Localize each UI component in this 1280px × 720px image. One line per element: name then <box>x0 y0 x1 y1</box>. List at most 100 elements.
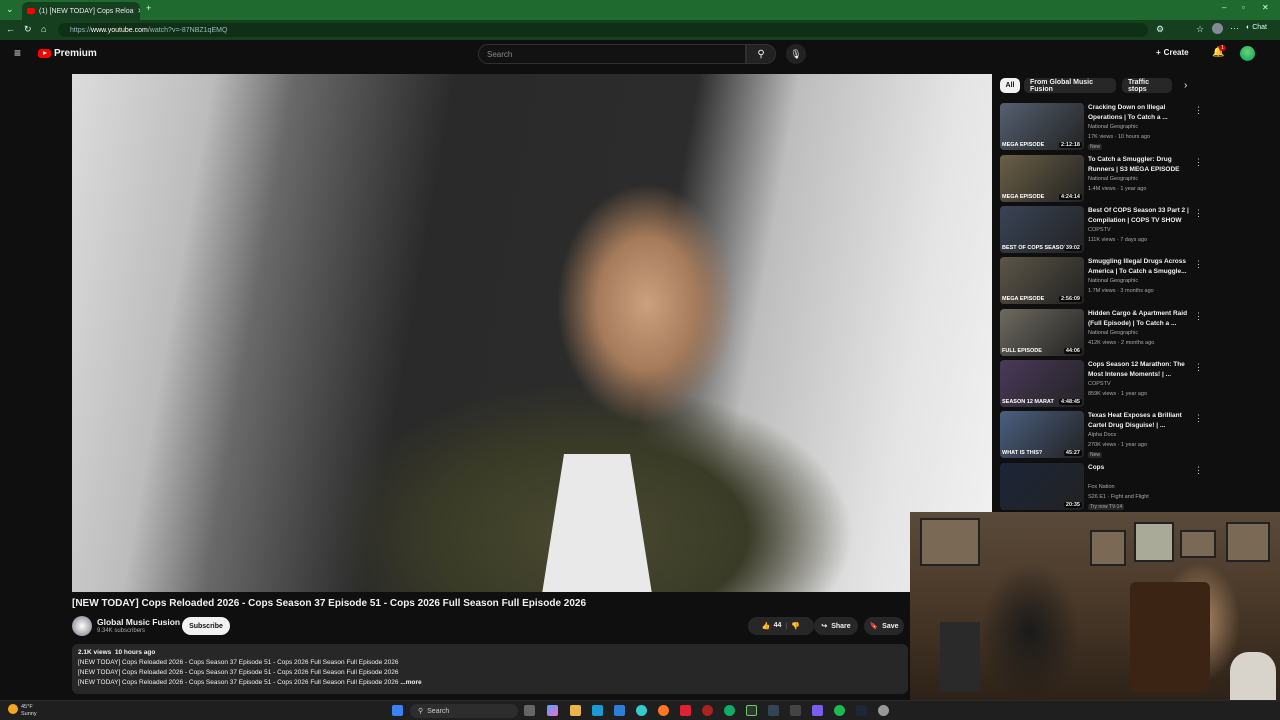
like-button[interactable]: 👍 44 <box>762 622 782 630</box>
copilot-chat-button[interactable]: ◐ Chat <box>1246 24 1267 31</box>
chip-all[interactable]: All <box>1000 78 1020 93</box>
recommendation-card[interactable]: WHAT IS THIS? 45:27 Texas Heat Exposes a… <box>1000 411 1205 459</box>
store-icon[interactable] <box>592 705 603 716</box>
mail-icon[interactable] <box>614 705 625 716</box>
chat-label: Chat <box>1252 24 1267 31</box>
chevron-right-icon[interactable]: › <box>1184 80 1187 91</box>
create-button[interactable]: + Create <box>1156 48 1189 57</box>
more-options-icon[interactable]: ⋮ <box>1194 362 1203 373</box>
subscribe-button[interactable]: Subscribe <box>182 617 230 635</box>
share-button[interactable]: ↪ Share <box>814 617 858 635</box>
channel-avatar[interactable] <box>72 616 92 636</box>
recommendation-card[interactable]: 20:35 Cops Fox Nation S26 E1 · Fight and… <box>1000 463 1205 511</box>
recommendation-title[interactable]: Hidden Cargo & Apartment Raid (Full Epis… <box>1088 309 1194 329</box>
show-more-link[interactable]: ...more <box>400 679 421 686</box>
more-options-icon[interactable]: ⋮ <box>1194 465 1203 476</box>
dislike-button[interactable]: 👎 <box>791 622 800 630</box>
app-icon[interactable] <box>702 705 713 716</box>
refresh-icon[interactable]: ↻ <box>24 24 32 35</box>
youtube-logo[interactable]: Premium <box>38 48 97 59</box>
new-tab-icon[interactable]: + <box>146 3 151 13</box>
recommendation-title[interactable]: Best Of COPS Season 33 Part 2 | Compilat… <box>1088 206 1194 226</box>
recommendation-card[interactable]: MEGA EPISODE 4:24:14 To Catch a Smuggler… <box>1000 155 1205 203</box>
taskbar-search[interactable]: ⚲ Search <box>410 704 518 718</box>
video-player[interactable] <box>72 74 992 592</box>
url-field[interactable]: https://www.youtube.com/watch?v=-87NBZ1q… <box>58 23 1148 37</box>
weather-widget[interactable]: 45°F Sunny <box>8 704 37 718</box>
recommendation-title[interactable]: To Catch a Smuggler: Drug Runners | S3 M… <box>1088 155 1194 175</box>
video-thumbnail[interactable]: SEASON 12 MARAT 4:48:45 <box>1000 360 1084 407</box>
recommendation-channel[interactable]: National Geographic <box>1088 330 1138 336</box>
recommendation-card[interactable]: MEGA EPISODE 2:56:09 Smuggling Illegal D… <box>1000 257 1205 305</box>
video-thumbnail[interactable]: MEGA EPISODE 2:56:09 <box>1000 257 1084 304</box>
recommendation-channel[interactable]: COPSTV <box>1088 381 1111 387</box>
chip-from-channel[interactable]: From Global Music Fusion <box>1024 78 1116 93</box>
spotify-icon[interactable] <box>834 705 845 716</box>
close-window-icon[interactable]: ✕ <box>1262 3 1269 12</box>
app-icon[interactable] <box>812 705 823 716</box>
steam-icon[interactable] <box>856 705 867 716</box>
video-thumbnail[interactable]: WHAT IS THIS? 45:27 <box>1000 411 1084 458</box>
more-menu-icon[interactable]: ··· <box>1230 23 1239 33</box>
edge-browser-icon[interactable] <box>636 705 647 716</box>
recommendation-title[interactable]: Texas Heat Exposes a Brilliant Cartel Dr… <box>1088 411 1194 431</box>
more-options-icon[interactable]: ⋮ <box>1194 105 1203 116</box>
voice-search-button[interactable]: 🎙 <box>786 44 806 64</box>
tab-list-icon[interactable]: ⌄ <box>6 4 14 15</box>
search-input[interactable]: Search <box>478 44 746 64</box>
recommendation-card[interactable]: MEGA EPISODE 2:12:18 Cracking Down on Il… <box>1000 103 1205 151</box>
video-thumbnail[interactable]: FULL EPISODE 44:06 <box>1000 309 1084 356</box>
recommendation-channel[interactable]: National Geographic <box>1088 278 1138 284</box>
video-thumbnail[interactable]: BEST OF COPS SEASON 33 39:02 <box>1000 206 1084 253</box>
account-avatar[interactable] <box>1240 46 1255 61</box>
recommendation-channel[interactable]: Alpha Docs <box>1088 432 1116 438</box>
firefox-icon[interactable] <box>658 705 669 716</box>
recommendation-card[interactable]: BEST OF COPS SEASON 33 39:02 Best Of COP… <box>1000 206 1205 254</box>
favorites-icon[interactable]: ☆ <box>1196 24 1204 35</box>
recommendation-card[interactable]: SEASON 12 MARAT 4:48:45 Cops Season 12 M… <box>1000 360 1205 408</box>
obs-icon[interactable] <box>878 705 889 716</box>
channel-name[interactable]: Global Music Fusion <box>97 617 180 627</box>
maximize-icon[interactable]: ▫ <box>1242 3 1245 12</box>
app-icon[interactable] <box>746 705 757 716</box>
video-thumbnail[interactable]: 20:35 <box>1000 463 1084 510</box>
app-icon[interactable] <box>724 705 735 716</box>
app-icon[interactable] <box>680 705 691 716</box>
more-options-icon[interactable]: ⋮ <box>1194 157 1203 168</box>
more-options-icon[interactable]: ⋮ <box>1194 259 1203 270</box>
save-button[interactable]: 🔖 Save <box>864 617 904 635</box>
task-view-icon[interactable] <box>524 705 535 716</box>
recommendation-card[interactable]: FULL EPISODE 44:06 Hidden Cargo & Apartm… <box>1000 309 1205 357</box>
hamburger-menu-icon[interactable]: ≡ <box>14 46 21 60</box>
recommendation-title[interactable]: Cops Season 12 Marathon: The Most Intens… <box>1088 360 1194 380</box>
app-icon[interactable] <box>768 705 779 716</box>
recommendation-channel[interactable]: COPSTV <box>1088 227 1111 233</box>
more-options-icon[interactable]: ⋮ <box>1194 208 1203 219</box>
minimize-icon[interactable]: – <box>1222 3 1226 12</box>
chip-traffic-stops[interactable]: Traffic stops <box>1122 78 1172 93</box>
description-box[interactable]: 2.1K views 10 hours ago [NEW TODAY] Cops… <box>72 644 908 694</box>
back-icon[interactable]: ← <box>6 24 15 34</box>
more-options-icon[interactable]: ⋮ <box>1194 413 1203 424</box>
duration-badge: 2:56:09 <box>1059 296 1082 302</box>
start-menu-icon[interactable] <box>392 705 403 716</box>
extensions-icon[interactable]: ⚙ <box>1156 24 1164 35</box>
recommendation-title[interactable]: Smuggling Illegal Drugs Across America |… <box>1088 257 1194 277</box>
search-button[interactable]: ⚲ <box>746 44 776 64</box>
recommendation-title[interactable]: Cops <box>1088 463 1194 473</box>
home-icon[interactable]: ⌂ <box>41 24 46 34</box>
copilot-icon[interactable] <box>547 705 558 716</box>
video-thumbnail[interactable]: MEGA EPISODE 2:12:18 <box>1000 103 1084 150</box>
search-icon: ⚲ <box>757 48 765 60</box>
recommendation-channel[interactable]: National Geographic <box>1088 124 1138 130</box>
app-icon[interactable] <box>790 705 801 716</box>
recommendation-channel[interactable]: Fox Nation <box>1088 484 1115 490</box>
recommendation-title[interactable]: Cracking Down on Illegal Operations | To… <box>1088 103 1194 123</box>
profile-icon[interactable] <box>1212 23 1223 34</box>
video-thumbnail[interactable]: MEGA EPISODE 4:24:14 <box>1000 155 1084 202</box>
close-tab-icon[interactable]: ✕ <box>138 7 140 15</box>
more-options-icon[interactable]: ⋮ <box>1194 311 1203 322</box>
browser-tab[interactable]: (1) [NEW TODAY] Cops Reloa ✕ <box>22 2 140 20</box>
file-explorer-icon[interactable] <box>570 705 581 716</box>
recommendation-channel[interactable]: National Geographic <box>1088 176 1138 182</box>
